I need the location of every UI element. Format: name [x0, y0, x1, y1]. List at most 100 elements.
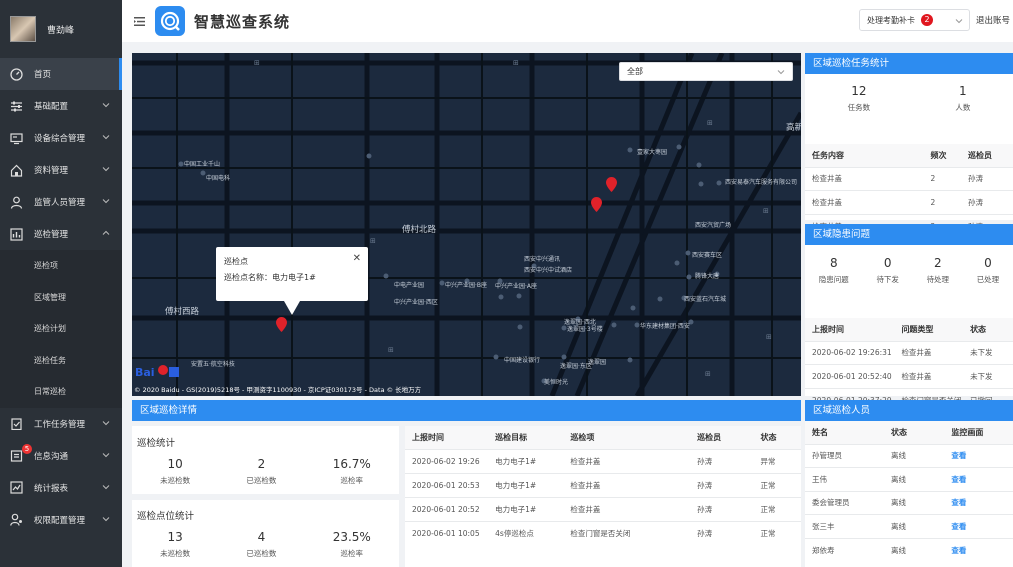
stat-value: 0	[984, 256, 992, 270]
stat-value: 0	[883, 256, 892, 270]
hazard-table: 上报时间 问题类型 状态 2020-06-02 19:26:31 检查井盖 未下发 202…	[805, 318, 1013, 412]
logout-link[interactable]: 退出账号	[976, 14, 1010, 26]
svg-text:⊞: ⊞	[707, 119, 713, 127]
table-row[interactable]: 2020-06-02 19:26 电力电子1# 检查井盖 孙涛 异常	[405, 448, 801, 473]
table-row[interactable]: 检查井盖2孙涛	[805, 190, 1013, 214]
avatar[interactable]	[10, 16, 36, 42]
table-cell: 王伟	[805, 467, 885, 491]
sidebar-item-label: 巡检管理	[34, 230, 69, 240]
stat-label: 未巡检数	[160, 549, 191, 558]
patrol-stats-card: 巡检统计 10 未巡检数 2 已巡检数 16.7% 巡检率	[132, 426, 399, 494]
table-row[interactable]: 2020-06-02 19:26:31 检查井盖 未下发	[805, 340, 1013, 365]
chevron-down-icon	[102, 420, 110, 425]
sidebar-item-label: 首页	[34, 70, 52, 80]
table-row[interactable]: 检查井盖2孙涛	[805, 166, 1013, 191]
sidebar-item-home[interactable]: 首页	[0, 58, 122, 90]
stat-label: 巡检率	[340, 476, 364, 485]
table-cell: 未下发	[963, 364, 1013, 388]
map-pin-icon[interactable]	[606, 177, 617, 192]
table-cell: 孙涛	[960, 166, 1013, 191]
sidebar-item-patrol[interactable]: 巡检管理	[0, 218, 122, 250]
table-row[interactable]: 张三丰 离线 查看	[805, 514, 1013, 538]
stat-item: 13 未巡检数	[160, 530, 190, 559]
sidebar-item-basic[interactable]: 基础配置	[0, 90, 122, 122]
table-row[interactable]: 2020-06-01 20:52:40 检查井盖 未下发	[805, 364, 1013, 388]
submenu-item[interactable]: 巡检项	[0, 250, 122, 282]
map-poi: 西安赛车区	[692, 252, 723, 259]
table-row[interactable]: 2020-06-01 20:52 电力电子1# 检查井盖 孙涛 正常	[405, 496, 801, 521]
sidebar-item-label: 信息沟通	[34, 451, 69, 462]
column-header: 任务内容	[805, 144, 924, 167]
stat-item: 0 已处理	[977, 256, 1000, 318]
table-row[interactable]: 委会管理员 离线 查看	[805, 490, 1013, 515]
sidebar-item-label: 工作任务管理	[34, 419, 86, 430]
map-filter-select[interactable]: 全部	[619, 62, 793, 81]
staff-panel: 区域巡检人员 姓名 状态 监控画面 孙管理员 离线 查看 王伟 离线 查看 委会管理员 离线 查看张…	[805, 400, 1013, 567]
table-cell: 正常	[753, 496, 801, 521]
stat-value: 8	[829, 256, 838, 270]
view-link[interactable]: 查看	[944, 537, 1013, 562]
table-cell: 郑依寿	[805, 537, 885, 562]
map-poi: 西安中兴通讯	[524, 256, 561, 263]
username: 曹劲峰	[47, 25, 75, 36]
svg-text:⊞: ⊞	[370, 237, 376, 245]
sidebar-item-report[interactable]: 统计报表	[0, 472, 122, 504]
message-icon	[10, 449, 23, 462]
view-link[interactable]: 查看	[944, 490, 1013, 515]
table-row[interactable]: 2020-06-01 20:53 电力电子1# 检查井盖 孙涛 正常	[405, 472, 801, 497]
road-label: 高新	[786, 123, 801, 133]
table-row[interactable]: 2020-06-01 10:05 4s停巡检点 检查门窗是否关闭 孙涛 正常	[405, 520, 801, 545]
table-cell: 离线	[884, 443, 945, 468]
stat-label: 待下发	[876, 275, 899, 284]
table-row[interactable]: 郑依寿 离线 查看	[805, 537, 1013, 562]
patrol-map[interactable]: ⊞⊞⊞⊞⊞ ⊞⊞⊞⊞ 中国工业千山 中国电科 中电产业园 中兴产业园·B座 中兴…	[132, 53, 801, 396]
stat-value: 1	[959, 84, 967, 98]
map-pin-icon[interactable]	[276, 317, 287, 332]
monitor-icon	[10, 132, 23, 145]
user-key-icon	[10, 513, 23, 526]
baidu-logo: Bai	[135, 365, 179, 379]
stat-item: 2 已巡检数	[246, 457, 276, 486]
table-cell: 离线	[884, 514, 945, 538]
sidebar-item-resource[interactable]: 资料管理	[0, 154, 122, 186]
popup-point-name: 巡检点名称：电力电子1#	[224, 273, 316, 282]
table-cell: 孙涛	[690, 472, 754, 497]
map-poi: 中国电科	[206, 175, 231, 182]
view-link[interactable]: 查看	[944, 467, 1013, 491]
table-cell: 孙涛	[690, 520, 754, 545]
chevron-down-icon	[102, 135, 110, 140]
map-popup: 巡检点 巡检点名称：电力电子1# ✕	[216, 247, 368, 315]
table-row[interactable]: 王伟 离线 查看	[805, 467, 1013, 491]
submenu-item[interactable]: 日常巡检	[0, 376, 122, 408]
attendance-dropdown[interactable]: 处理考勤补卡 2	[859, 9, 970, 31]
close-icon[interactable]: ✕	[353, 251, 361, 267]
menu-toggle-icon[interactable]	[134, 16, 145, 26]
submenu-item[interactable]: 区域管理	[0, 281, 122, 313]
sidebar-item-label: 设备综合管理	[34, 134, 86, 144]
column-header: 上报时间	[405, 426, 489, 449]
view-link[interactable]: 查看	[944, 443, 1013, 468]
panel-title: 区域巡检人员	[805, 400, 1013, 421]
sidebar-item-device[interactable]: 设备综合管理	[0, 122, 122, 154]
submenu-item[interactable]: 巡检计划	[0, 313, 122, 345]
chevron-up-icon	[102, 230, 110, 235]
map-poi: 中兴产业园·B座	[445, 282, 488, 289]
table-cell: 正常	[753, 472, 801, 497]
submenu-item[interactable]: 巡检任务	[0, 344, 122, 376]
table-cell: 2020-06-02 19:26	[405, 448, 489, 473]
sidebar-item-auth[interactable]: 权限配置管理	[0, 504, 122, 536]
view-link[interactable]: 查看	[944, 514, 1013, 538]
sidebar-item-supervisor[interactable]: 监管人员管理	[0, 186, 122, 218]
table-row[interactable]: 孙管理员 离线 查看	[805, 443, 1013, 468]
sidebar-item-work[interactable]: 工作任务管理	[0, 408, 122, 440]
table-cell: 正常	[753, 520, 801, 545]
table-cell: 张三丰	[805, 514, 885, 538]
stat-label: 未巡检数	[160, 476, 191, 485]
sidebar-item-msg[interactable]: 信息沟通 5	[0, 440, 122, 472]
map-pin-icon[interactable]	[591, 197, 602, 212]
map-poi: 中电产业园	[394, 282, 425, 289]
stat-value: 13	[167, 530, 183, 544]
stat-item: 4 已巡检数	[246, 530, 276, 559]
stat-label: 隐患问题	[818, 275, 849, 284]
column-header: 巡检项	[563, 426, 691, 449]
